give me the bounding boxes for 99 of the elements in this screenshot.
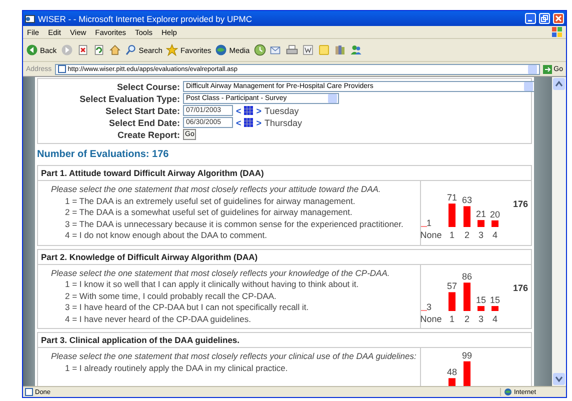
field-label: Select Course:	[116, 82, 180, 92]
scroll-down-icon[interactable]	[553, 373, 565, 385]
people-icon	[350, 44, 362, 56]
envelope-button[interactable]	[270, 44, 282, 56]
answer-option: 1 = The DAA is an extremely useful set of guidelines for airway management.	[51, 196, 420, 207]
category-label: 1	[450, 230, 454, 240]
clock-button[interactable]	[254, 44, 266, 56]
section-heading: Part 2. Knowledge of Difficult Airway Algorithm (DAA)	[38, 250, 531, 264]
answer-option: 1 = I already routinely apply the DAA in my clinical practice.	[51, 362, 420, 374]
value-label: 1	[426, 218, 432, 228]
next-link[interactable]: >	[256, 106, 262, 116]
bar	[478, 220, 484, 227]
answer-option: 3 = I have heard of the CP-DAA but I can not specifically recall it.	[51, 302, 420, 314]
note-icon	[318, 44, 330, 56]
section-heading: Part 3. Clinical application of the DAA guidelines.	[38, 333, 531, 348]
bar	[464, 361, 470, 386]
previous-link[interactable]: <	[236, 106, 242, 116]
value-label: 71	[447, 192, 457, 203]
bar	[448, 378, 456, 386]
field-label: Select End Date:	[108, 118, 180, 128]
evaluation-count: Number of Evaluations: 176	[37, 149, 170, 160]
windows-logo-icon	[552, 27, 562, 37]
value-label: 21	[476, 209, 486, 220]
page-icon	[25, 388, 33, 396]
weekday-text: Thursday	[264, 118, 302, 128]
question-text: Please select the one statement that most closely reflects your attitude toward the DAA.	[51, 184, 382, 196]
answer-option: 3 = The DAA is unnecessary because it is common sense for the experienced practitioner.	[51, 218, 420, 230]
books-icon	[334, 44, 346, 56]
value-label: 48	[447, 367, 457, 378]
bar	[478, 306, 484, 310]
answer-option: 4 = I do not know enough about the DAA to comment.	[51, 230, 420, 242]
home-icon	[108, 44, 121, 56]
field-label: Select Start Date:	[104, 106, 180, 116]
clock-icon	[254, 44, 266, 56]
envelope-icon	[270, 44, 282, 56]
people-button[interactable]	[350, 44, 362, 56]
bar	[492, 306, 498, 310]
minimize-button[interactable]	[525, 13, 536, 24]
category-label: 3	[478, 314, 484, 324]
value-label: 20	[490, 209, 500, 220]
question-text: Please select the one statement that most closely reflects your clinical use of the DAA guidelines:	[51, 351, 418, 362]
answer-option: 4 = I have never heard of the CP-DAA guidelines.	[51, 314, 420, 325]
value-label: 63	[462, 195, 472, 206]
field-label: Select Evaluation Type:	[78, 94, 180, 104]
printer-icon	[286, 44, 298, 56]
category-label: 4	[492, 230, 498, 240]
total-label: 176	[513, 199, 528, 209]
value-label: 15	[490, 294, 500, 305]
category-label: 4	[492, 314, 498, 324]
next-link[interactable]: >	[256, 118, 262, 128]
page-icon	[58, 65, 66, 73]
value-label: 15	[476, 294, 486, 305]
bar	[464, 282, 470, 310]
category-label: 2	[464, 314, 470, 324]
answer-option: 2 = With some time, I could probably recall the CP-DAA.	[51, 290, 420, 302]
category-label: 3	[478, 230, 484, 240]
search-icon	[124, 44, 137, 56]
category-label: None	[420, 314, 442, 324]
globe-icon	[215, 44, 228, 56]
document-button[interactable]	[302, 44, 314, 56]
calendar-icon[interactable]	[244, 106, 254, 115]
stop-icon	[76, 44, 89, 56]
answer-option: 2 = The DAA is a somewhat useful set of guidelines for airway management.	[51, 207, 420, 218]
stop-button[interactable]	[76, 44, 89, 56]
bar	[464, 206, 470, 227]
total-label: 176	[513, 282, 528, 292]
value-label: 57	[447, 280, 457, 291]
window-icon	[25, 14, 35, 24]
scrollbar[interactable]	[552, 77, 566, 386]
close-icon	[555, 15, 562, 22]
bar	[448, 292, 456, 310]
category-label: 2	[464, 230, 470, 240]
document-icon	[302, 44, 314, 56]
calendar-icon[interactable]	[244, 118, 254, 127]
answer-option: 1 = I know it so well that I can apply it clinically without having to think about it.	[51, 279, 420, 290]
restore-icon	[541, 15, 548, 22]
field-label: Create Report:	[116, 130, 180, 140]
question-text: Please select the one statement that most closely reflects your knowledge of the CP-DAA.	[51, 268, 391, 279]
section-heading: Part 1. Attitude toward Difficult Airway Algorithm (DAA)	[38, 166, 531, 181]
printer-button[interactable]	[286, 44, 298, 56]
value-label: 86	[462, 271, 472, 282]
refresh-button[interactable]	[92, 44, 105, 56]
category-label: 1	[450, 314, 454, 324]
previous-link[interactable]: <	[236, 118, 242, 128]
scroll-up-icon[interactable]	[553, 78, 565, 90]
value-label: 3	[426, 302, 432, 312]
globe-icon	[504, 388, 512, 396]
close-button[interactable]	[553, 13, 564, 24]
weekday-text: Tuesday	[264, 106, 299, 116]
restore-button[interactable]	[539, 13, 550, 24]
bar	[448, 204, 456, 227]
bar	[492, 220, 498, 227]
home-button[interactable]	[108, 44, 121, 56]
refresh-icon	[92, 44, 105, 56]
window-title: WISER - - Microsoft Internet Explorer provided by UPMC	[38, 14, 253, 24]
books-button[interactable]	[334, 44, 346, 56]
value-label: 99	[462, 350, 472, 360]
star-icon	[166, 44, 178, 56]
category-label: None	[420, 230, 442, 240]
